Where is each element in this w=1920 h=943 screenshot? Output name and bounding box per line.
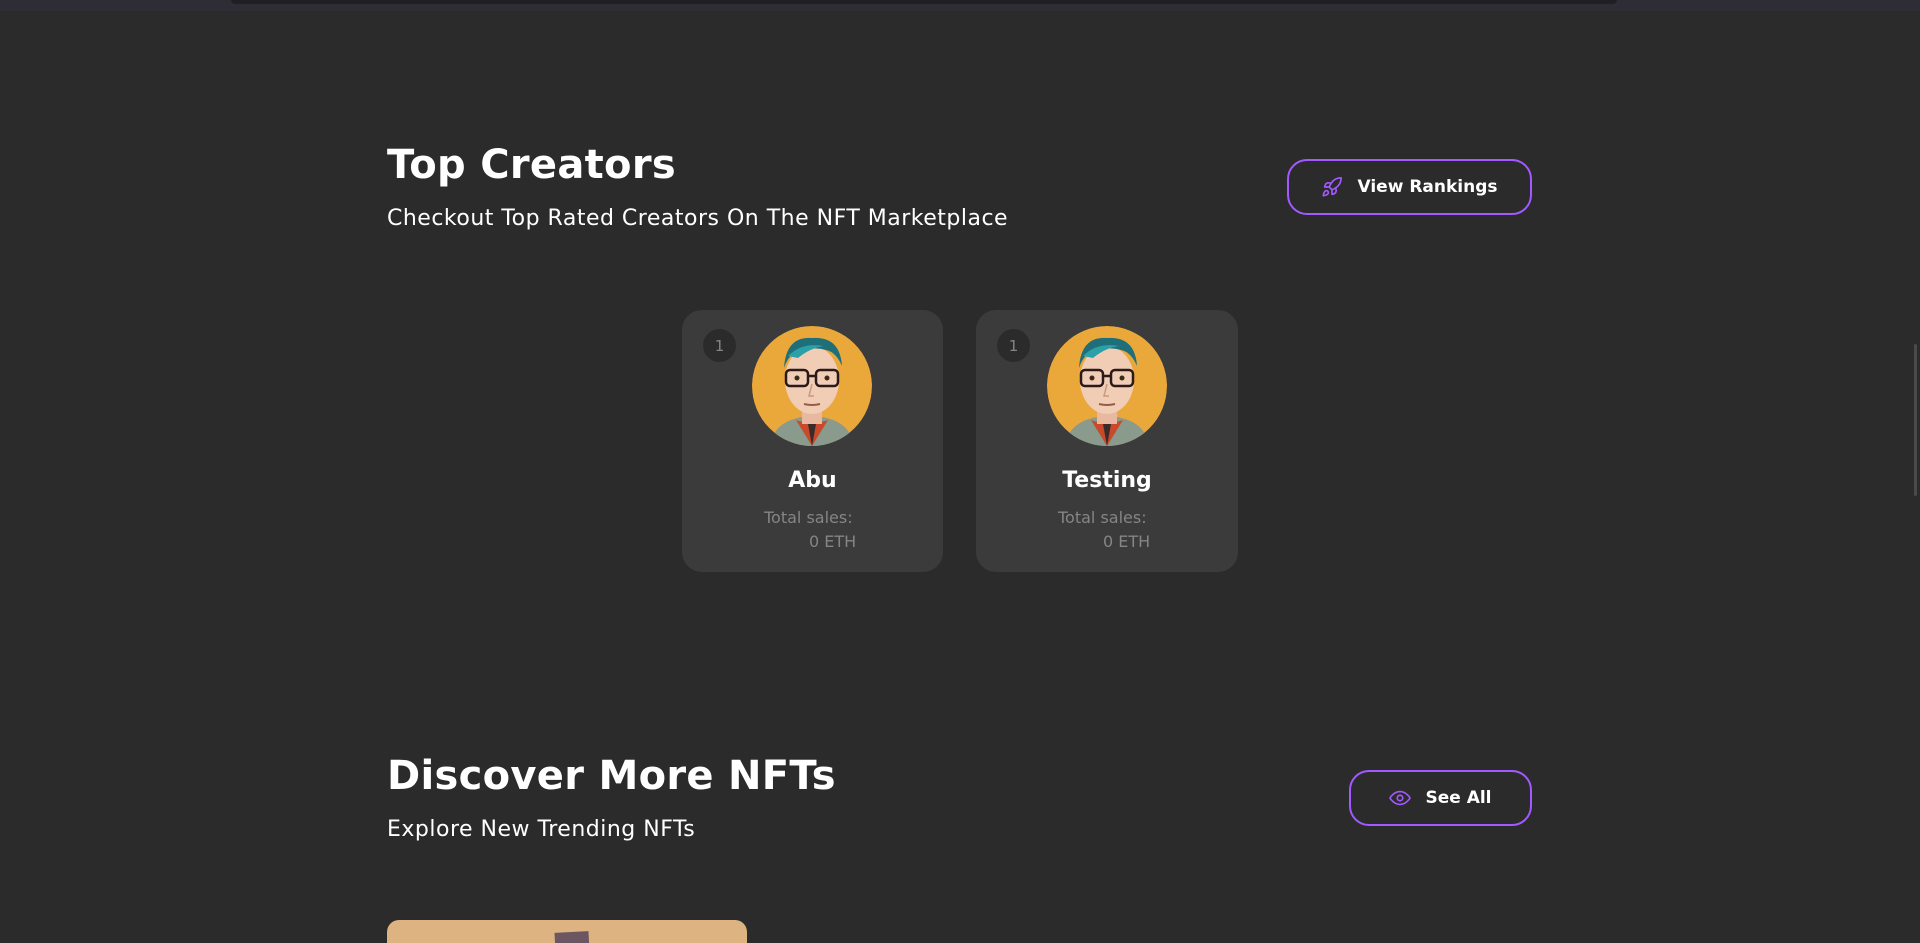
total-sales-value: 0 ETH xyxy=(1103,532,1151,551)
creator-card[interactable]: 1 xyxy=(682,310,943,572)
top-creators-title: Top Creators xyxy=(387,142,676,188)
rank-badge: 1 xyxy=(703,329,736,362)
rank-badge: 1 xyxy=(997,329,1030,362)
creator-card[interactable]: 1 xyxy=(976,310,1238,572)
scrollbar-thumb[interactable] xyxy=(1914,344,1917,496)
creator-avatar xyxy=(1047,326,1167,446)
discover-subtitle: Explore New Trending NFTs xyxy=(387,817,696,842)
top-nav-bar-edge xyxy=(231,0,1617,4)
page: Top Creators Checkout Top Rated Creators… xyxy=(0,0,1920,943)
see-all-label: See All xyxy=(1425,788,1492,808)
creator-avatar xyxy=(752,326,872,446)
nft-card-image[interactable] xyxy=(387,920,747,943)
total-sales-label: Total sales: xyxy=(764,508,853,527)
creator-name: Testing xyxy=(1062,468,1152,493)
creator-name: Abu xyxy=(788,468,837,493)
rocket-icon xyxy=(1321,176,1343,198)
total-sales-label: Total sales: xyxy=(1058,508,1147,527)
discover-title: Discover More NFTs xyxy=(387,753,836,799)
view-rankings-button[interactable]: View Rankings xyxy=(1287,159,1532,215)
see-all-button[interactable]: See All xyxy=(1349,770,1532,826)
nft-artwork-shape xyxy=(554,931,590,943)
view-rankings-label: View Rankings xyxy=(1357,177,1498,197)
total-sales-value: 0 ETH xyxy=(809,532,857,551)
eye-icon xyxy=(1389,787,1412,809)
top-creators-subtitle: Checkout Top Rated Creators On The NFT M… xyxy=(387,206,1009,231)
